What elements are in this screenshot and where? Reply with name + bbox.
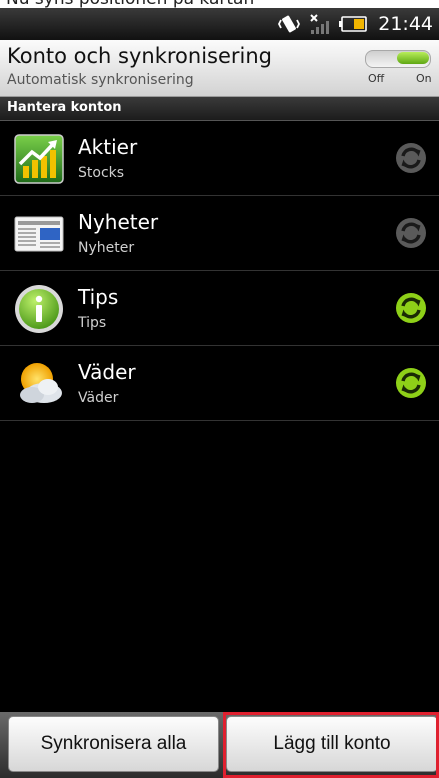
page-title: Konto och synkronisering [7, 44, 272, 68]
status-icons: 21:44 [278, 8, 433, 40]
account-name: Tips [78, 285, 119, 309]
account-row-weather[interactable]: Väder Väder [0, 346, 439, 421]
signal-no-service-icon [310, 14, 330, 34]
sync-icon[interactable] [394, 366, 428, 400]
status-clock: 21:44 [378, 13, 433, 35]
toggle-off-label: Off [368, 72, 385, 85]
account-description: Nyheter [78, 240, 135, 256]
weather-icon [20, 363, 62, 403]
account-row-news[interactable]: Nyheter Nyheter [0, 196, 439, 271]
toggle-on-label: On [416, 72, 432, 85]
sync-icon[interactable] [394, 141, 428, 175]
add-account-button[interactable]: Lägg till konto [226, 716, 438, 772]
status-bar: 21:44 [0, 8, 439, 40]
news-icon [14, 216, 64, 252]
sync-all-button[interactable]: Synkronisera alla [8, 716, 219, 772]
toggle-knob [397, 52, 429, 64]
account-row-stocks[interactable]: Aktier Stocks [0, 121, 439, 196]
bottom-action-bar: Synkronisera alla Lägg till konto [0, 712, 439, 778]
account-description: Väder [78, 390, 119, 406]
auto-sync-label: Automatisk synkronisering [7, 72, 194, 88]
stocks-icon [14, 134, 64, 184]
vibrate-icon [278, 15, 301, 33]
account-list: Aktier Stocks Nyheter Nyheter Tips Tips … [0, 121, 439, 421]
sync-icon[interactable] [394, 216, 428, 250]
battery-icon [339, 16, 368, 32]
page-header: Konto och synkronisering Automatisk synk… [0, 40, 439, 97]
account-description: Stocks [78, 165, 125, 181]
cropped-top-label: Nu syns positionen på kartan [6, 0, 254, 8]
account-row-tips[interactable]: Tips Tips [0, 271, 439, 346]
cropped-top-text: Nu syns positionen på kartan [0, 0, 439, 8]
info-icon [15, 285, 63, 333]
account-name: Väder [78, 360, 136, 384]
account-description: Tips [78, 315, 107, 331]
account-name: Nyheter [78, 210, 159, 234]
account-name: Aktier [78, 135, 138, 159]
section-header: Hantera konton [0, 97, 439, 121]
auto-sync-toggle[interactable] [365, 50, 431, 68]
section-title: Hantera konton [7, 100, 122, 115]
sync-icon[interactable] [394, 291, 428, 325]
